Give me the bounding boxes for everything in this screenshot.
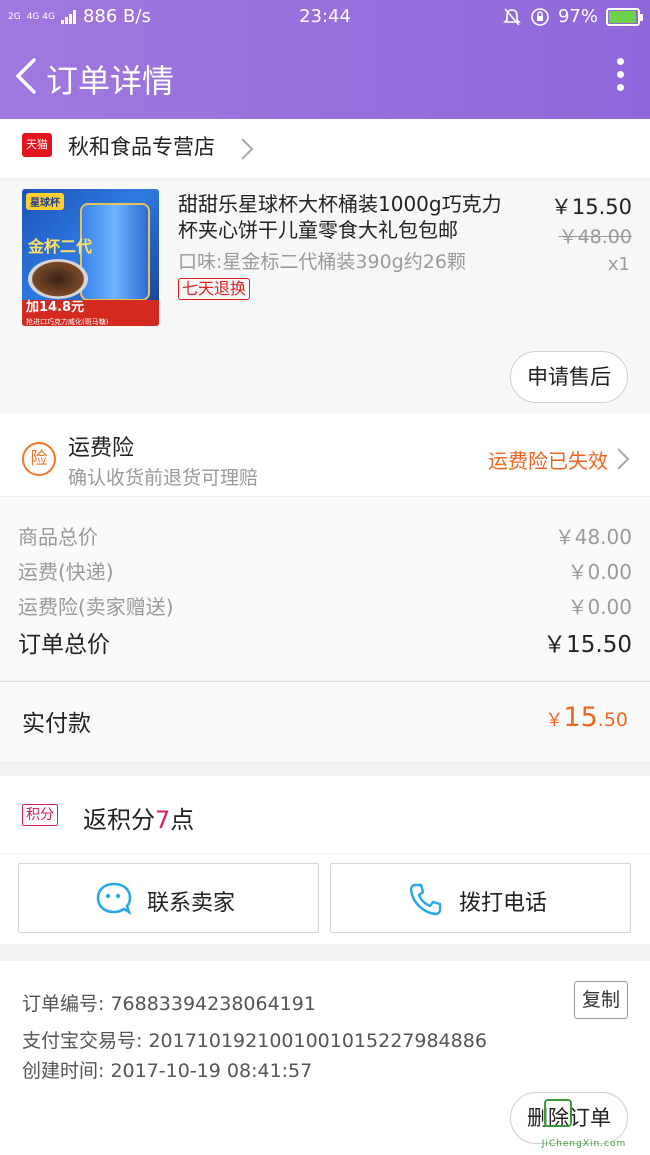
points-row: 积分 返积分7点 xyxy=(0,776,650,854)
product-image-promo: 加14.8元 抢进口巧克力威化(斑马糖) xyxy=(22,300,159,326)
amount-paid-value: ￥15.50 xyxy=(545,702,628,733)
battery-icon xyxy=(606,7,643,26)
mute-bell-icon xyxy=(503,7,521,26)
insurance-icon: 险 xyxy=(22,442,56,476)
summary-row: 运费险(卖家赠送) ￥0.00 xyxy=(18,591,632,620)
insurance-subtitle: 确认收货前退货可理赔 xyxy=(68,467,259,489)
rotation-lock-icon xyxy=(531,7,549,26)
store-name[interactable]: 秋和食品专营店 xyxy=(68,131,215,161)
product-spec: 口味:星金标二代桶装390g约26颗 xyxy=(178,251,466,273)
alipay-trade-number: 支付宝交易号: 2017101921001001015227984886 xyxy=(22,1030,487,1052)
summary-label: 商品总价 xyxy=(18,525,98,549)
call-phone-label: 拨打电话 xyxy=(459,891,548,916)
status-right: 97% xyxy=(502,6,643,27)
currency-symbol: ￥ xyxy=(545,710,564,731)
nav-bar: 订单详情 xyxy=(0,34,650,119)
tmall-logo: 天猫 xyxy=(22,133,52,157)
watermark-text: JiChengXin.com xyxy=(541,1139,627,1149)
store-row[interactable]: 天猫 秋和食品专营店 xyxy=(0,119,650,179)
insurance-title: 运费险 xyxy=(68,436,135,461)
points-prefix: 返积分 xyxy=(83,806,155,834)
points-badge: 积分 xyxy=(22,804,58,826)
promo-text: 加14.8元 xyxy=(26,300,85,315)
after-sale-button[interactable]: 申请售后 xyxy=(510,351,628,403)
amount-decimal: .50 xyxy=(597,709,628,731)
summary-value: ￥0.00 xyxy=(567,560,632,584)
points-value: 7 xyxy=(155,806,171,834)
status-bar: 2G 4G 4G 886 B/s 23:44 97% xyxy=(0,0,650,34)
call-phone-button[interactable]: 拨打电话 xyxy=(330,863,631,933)
watermark-logo: JiChengXin.com xyxy=(524,1099,644,1149)
amount-paid-label: 实付款 xyxy=(22,711,91,737)
product-image-badge: 星球杯 xyxy=(26,193,64,210)
shipping-insurance-row[interactable]: 险 运费险 确认收货前退货可理赔 运费险已失效 xyxy=(0,413,650,497)
chevron-right-icon xyxy=(241,138,254,160)
summary-value: ￥48.00 xyxy=(554,525,632,549)
more-menu-icon[interactable] xyxy=(614,58,626,94)
price-summary: 商品总价 ￥48.00 运费(快递) ￥0.00 运费险(卖家赠送) ￥0.00… xyxy=(0,497,650,680)
points-suffix: 点 xyxy=(170,806,195,834)
summary-row: 商品总价 ￥48.00 xyxy=(18,521,632,550)
return-policy-tag: 七天退换 xyxy=(178,278,251,300)
product-bowl-graphic xyxy=(28,259,88,299)
chevron-right-icon xyxy=(617,448,630,470)
battery-percent: 97% xyxy=(557,6,598,27)
insurance-status: 运费险已失效 xyxy=(488,449,608,473)
chat-bubble-icon xyxy=(96,882,132,915)
summary-label: 运费(快递) xyxy=(18,560,114,584)
amount-integer: 15 xyxy=(563,702,598,733)
order-info: 订单编号: 76883394238064191 复制 支付宝交易号: 20171… xyxy=(0,961,650,1155)
created-time: 创建时间: 2017-10-19 08:41:57 xyxy=(22,1060,313,1082)
order-number: 订单编号: 76883394238064191 xyxy=(22,993,316,1015)
contact-seller-button[interactable]: 联系卖家 xyxy=(18,863,319,933)
product-price: ￥15.50 xyxy=(550,195,632,219)
back-arrow-icon[interactable] xyxy=(8,52,48,100)
product-title[interactable]: 甜甜乐星球杯大杯桶装1000g巧克力杯夹心饼干儿童零食大礼包包邮 xyxy=(178,191,508,243)
product-card[interactable]: 星球杯 金杯二代 加14.8元 抢进口巧克力威化(斑马糖) 甜甜乐星球杯大杯桶装… xyxy=(0,180,650,413)
action-bar: 联系卖家 拨打电话 xyxy=(0,854,650,944)
order-total-value: ￥15.50 xyxy=(543,632,632,658)
product-original-price: ￥48.00 xyxy=(558,226,632,248)
order-total-label: 订单总价 xyxy=(18,632,110,658)
product-quantity: x1 xyxy=(607,254,630,275)
contact-seller-label: 联系卖家 xyxy=(147,891,236,916)
product-image[interactable]: 星球杯 金杯二代 加14.8元 抢进口巧克力威化(斑马糖) xyxy=(22,189,159,326)
order-total-row: 订单总价 ￥15.50 xyxy=(18,625,632,659)
points-text: 返积分7点 xyxy=(83,800,194,835)
summary-row: 运费(快递) ￥0.00 xyxy=(18,556,632,585)
product-image-label: 金杯二代 xyxy=(28,237,93,256)
amount-paid-row: 实付款 ￥15.50 xyxy=(0,681,650,761)
promo-subtext: 抢进口巧克力威化(斑马糖) xyxy=(26,318,109,326)
copy-button[interactable]: 复制 xyxy=(574,981,628,1019)
page-title: 订单详情 xyxy=(46,62,175,100)
summary-label: 运费险(卖家赠送) xyxy=(18,595,174,619)
summary-value: ￥0.00 xyxy=(567,595,632,619)
phone-icon xyxy=(409,883,442,916)
